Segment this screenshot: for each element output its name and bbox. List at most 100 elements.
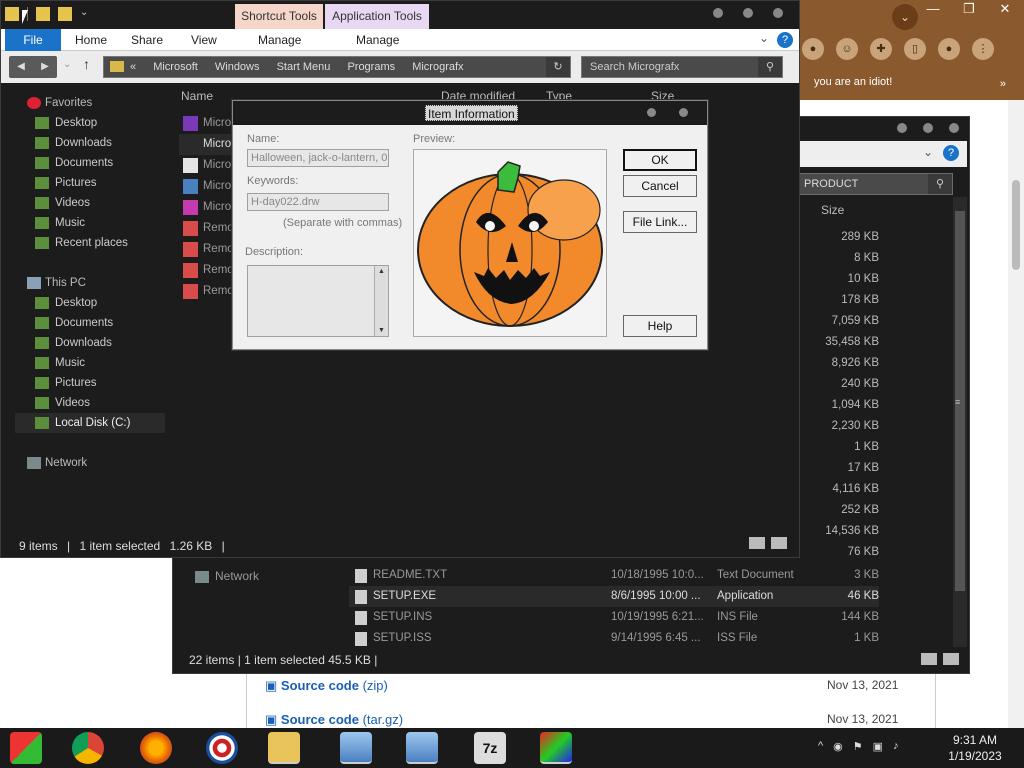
nav-pc-item[interactable]: Downloads: [15, 333, 165, 353]
show-hidden-icons-icon[interactable]: ^: [818, 740, 823, 753]
flag-icon[interactable]: ⚑: [853, 740, 863, 753]
refresh-icon[interactable]: ↻: [546, 57, 570, 77]
firefox-icon[interactable]: [140, 732, 172, 764]
tab-file[interactable]: File: [5, 29, 61, 51]
details-view-icon[interactable]: [921, 653, 937, 665]
start-button-icon[interactable]: [10, 732, 42, 764]
list-item[interactable]: Micro: [179, 113, 239, 134]
close-icon[interactable]: [949, 123, 959, 133]
dialog-close-icon[interactable]: [679, 108, 688, 117]
browser-profile-chevron-icon[interactable]: ⌄: [892, 4, 918, 30]
breadcrumb-windows[interactable]: Windows: [215, 61, 260, 73]
nav-fav-item[interactable]: Desktop: [15, 113, 165, 133]
properties-icon[interactable]: [36, 7, 50, 21]
list-item[interactable]: Micro: [179, 155, 239, 176]
nav-pc-item[interactable]: Documents: [15, 313, 165, 333]
address-bar[interactable]: « Microsoft Windows Start Menu Programs …: [103, 56, 571, 78]
tab-manage-application[interactable]: Manage: [356, 29, 399, 51]
up-arrow-icon[interactable]: ↑: [83, 56, 90, 72]
obama-logo-icon[interactable]: [206, 732, 238, 764]
micrografx-icon[interactable]: [540, 732, 572, 764]
setup-app-icon[interactable]: [340, 732, 372, 764]
list-item[interactable]: Remo: [179, 281, 239, 302]
restore-icon[interactable]: ❐: [958, 0, 980, 18]
close-icon[interactable]: ✕: [994, 0, 1016, 18]
large-icons-view-icon[interactable]: [943, 653, 959, 665]
tab-home[interactable]: Home: [75, 29, 107, 51]
qat-dropdown-icon[interactable]: ⌄: [80, 7, 94, 21]
help-icon[interactable]: ?: [777, 32, 793, 48]
puzzle-icon[interactable]: ✚: [870, 38, 892, 60]
avatar-icon[interactable]: ☺: [836, 38, 858, 60]
bookmark-link[interactable]: you are an idiot!: [814, 76, 892, 88]
list-item[interactable]: Remo: [179, 239, 239, 260]
tab-share[interactable]: Share: [131, 29, 163, 51]
list-item[interactable]: Micro: [179, 197, 239, 218]
tab-view[interactable]: View: [191, 29, 217, 51]
nav-pc-item[interactable]: Pictures: [15, 373, 165, 393]
nav-pc-item[interactable]: Local Disk (C:): [15, 413, 165, 433]
breadcrumb-microsoft[interactable]: Microsoft: [153, 61, 198, 73]
chrome-icon[interactable]: [72, 732, 104, 764]
7zip-icon[interactable]: 7z: [474, 732, 506, 764]
browser-scrollbar[interactable]: [1008, 100, 1024, 730]
close-icon[interactable]: [773, 8, 783, 18]
ribbon-expand-icon[interactable]: ⌄: [923, 145, 933, 159]
network-icon[interactable]: ▣: [873, 740, 883, 753]
table-row[interactable]: README.TXT 10/18/1995 10:0... Text Documen…: [349, 565, 879, 586]
nav-pc-item[interactable]: Music: [15, 353, 165, 373]
list-item[interactable]: Micro: [179, 176, 239, 197]
search-icon[interactable]: ⚲: [758, 57, 782, 77]
browser-scrollbar-thumb[interactable]: [1012, 180, 1020, 270]
breadcrumb-micrografx[interactable]: Micrografx: [412, 61, 463, 73]
obama-tray-icon[interactable]: ◉: [833, 740, 843, 753]
tab-shortcut-tools[interactable]: Shortcut Tools: [235, 4, 323, 29]
nav-fav-item[interactable]: Pictures: [15, 173, 165, 193]
search-input[interactable]: Search Micrografx ⚲: [581, 56, 783, 78]
minimize-icon[interactable]: [713, 8, 723, 18]
file-explorer-icon[interactable]: [268, 732, 300, 764]
size-column-header[interactable]: Size: [821, 203, 844, 217]
clock[interactable]: 9:31 AM 1/19/2023: [940, 732, 1010, 764]
breadcrumb-start-menu[interactable]: Start Menu: [277, 61, 331, 73]
item-information-dialog[interactable]: Item Information Name: Halloween, jack-o…: [232, 100, 708, 350]
file-list-scrollbar[interactable]: ≡: [953, 197, 967, 647]
list-item[interactable]: Remo: [179, 218, 239, 239]
help-button[interactable]: Help: [623, 315, 697, 337]
bookmarks-overflow-icon[interactable]: »: [1000, 78, 1006, 90]
nav-favorites[interactable]: Favorites: [15, 93, 165, 113]
file-link-button[interactable]: File Link...: [623, 211, 697, 233]
description-textarea[interactable]: ▲ ▼: [247, 265, 389, 337]
nav-fav-item[interactable]: Documents: [15, 153, 165, 173]
tab-manage-shortcut[interactable]: Manage: [258, 29, 301, 51]
maximize-icon[interactable]: [743, 8, 753, 18]
scroll-up-icon[interactable]: ▲: [378, 268, 385, 275]
tab-application-tools[interactable]: Application Tools: [325, 4, 429, 29]
list-item[interactable]: Micro: [179, 134, 239, 155]
minimize-icon[interactable]: —: [922, 0, 944, 18]
nav-pc-item[interactable]: Desktop: [15, 293, 165, 313]
folder-icon[interactable]: [5, 7, 19, 21]
minimize-icon[interactable]: [897, 123, 907, 133]
table-row[interactable]: SETUP.EXE 8/6/1995 10:00 ... Application 46…: [349, 586, 879, 607]
list-item[interactable]: Remo: [179, 260, 239, 281]
profile-icon[interactable]: ●: [938, 38, 960, 60]
source-code-targz-link[interactable]: Source code: [281, 712, 359, 727]
search-icon[interactable]: ⚲: [928, 174, 952, 194]
breadcrumb-programs[interactable]: Programs: [347, 61, 395, 73]
ok-button[interactable]: OK: [623, 149, 697, 171]
new-folder-icon[interactable]: [58, 7, 72, 21]
large-icons-view-icon[interactable]: [771, 537, 787, 549]
back-arrow-icon[interactable]: ◀: [17, 56, 25, 78]
nav-pc-item[interactable]: Videos: [15, 393, 165, 413]
kebab-menu-icon[interactable]: ⋮: [972, 38, 994, 60]
forward-arrow-icon[interactable]: ▶: [41, 56, 49, 78]
cancel-button[interactable]: Cancel: [623, 175, 697, 197]
name-field[interactable]: Halloween, jack-o-lantern, 01: [247, 149, 389, 167]
scroll-down-icon[interactable]: ▼: [378, 327, 385, 334]
source-code-zip-link[interactable]: Source code: [281, 678, 359, 693]
source-targz-row[interactable]: ▣ Source code (tar.gz) Nov 13, 2021: [265, 712, 898, 728]
nav-this-pc[interactable]: This PC: [15, 273, 165, 293]
maximize-icon[interactable]: [923, 123, 933, 133]
setup-app-2-icon[interactable]: [406, 732, 438, 764]
